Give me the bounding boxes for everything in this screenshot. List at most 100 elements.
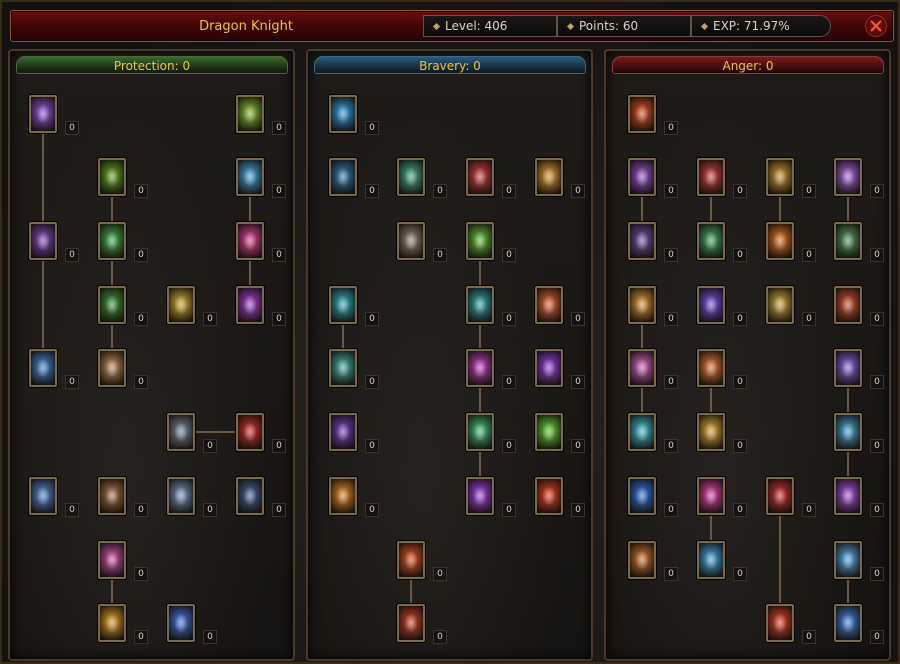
skill-points-count: 0 — [664, 121, 678, 135]
purple-knight-icon[interactable] — [29, 222, 57, 260]
magenta-heart-icon[interactable] — [697, 477, 725, 515]
pink-heart-icon[interactable] — [236, 222, 264, 260]
teal-orb-icon[interactable] — [466, 286, 494, 324]
bronze-warrior-icon[interactable] — [98, 477, 126, 515]
skill-points-count: 0 — [433, 567, 447, 581]
green-spark-icon[interactable] — [466, 413, 494, 451]
violet-scroll-icon[interactable] — [834, 477, 862, 515]
green-banner-icon[interactable] — [98, 158, 126, 196]
skill-points-count: 0 — [134, 567, 148, 581]
amber-shard-icon[interactable] — [697, 413, 725, 451]
skill-points-count: 0 — [272, 121, 286, 135]
blue-shield-icon[interactable] — [834, 604, 862, 642]
points-box: Points: 60 — [557, 15, 691, 37]
tree-connector — [479, 387, 481, 413]
strength-arm-icon[interactable] — [236, 95, 264, 133]
red-blade-icon[interactable] — [466, 158, 494, 196]
golden-shield-icon[interactable] — [167, 286, 195, 324]
sun-crest-icon[interactable] — [766, 286, 794, 324]
dark-paladin-icon[interactable] — [628, 222, 656, 260]
flame-aura-icon[interactable] — [628, 286, 656, 324]
skill-points-count: 0 — [65, 375, 79, 389]
violet-spear-icon[interactable] — [834, 158, 862, 196]
anger-tree-panel: Anger: 0 0 0 0 0 0 0 0 0 0 0 0 0 0 0 0 0 0 0 0 0 0 0 0 0 0 0 0 0 — [604, 49, 891, 661]
golden-star-icon[interactable] — [535, 158, 563, 196]
tree-connector — [779, 196, 781, 222]
fire-feather-icon[interactable] — [697, 349, 725, 387]
triple-spear-icon[interactable] — [397, 222, 425, 260]
red-sword-icon[interactable] — [697, 158, 725, 196]
skill-points-count: 0 — [664, 248, 678, 262]
cyan-blade-icon[interactable] — [834, 541, 862, 579]
ghost-knight-icon[interactable] — [167, 477, 195, 515]
tree-connector — [111, 324, 113, 349]
red-slash-icon[interactable] — [535, 477, 563, 515]
blue-silhouette-icon[interactable] — [329, 158, 357, 196]
cyan-wing-icon[interactable] — [834, 413, 862, 451]
top-bar: Dragon Knight Level: 406 Points: 60 EXP:… — [10, 10, 894, 42]
dark-knight-icon[interactable] — [167, 413, 195, 451]
dice-icon[interactable] — [628, 541, 656, 579]
blue-cross-icon[interactable] — [29, 477, 57, 515]
fire-burst-icon[interactable] — [397, 604, 425, 642]
close-button[interactable] — [865, 15, 887, 37]
fire-hammer-icon[interactable] — [766, 222, 794, 260]
blue-rune-icon[interactable] — [329, 95, 357, 133]
crystal-icon[interactable] — [697, 541, 725, 579]
red-figure-icon[interactable] — [766, 477, 794, 515]
skill-points-count: 0 — [433, 248, 447, 262]
fire-figure-icon[interactable] — [766, 604, 794, 642]
red-claw-icon[interactable] — [236, 413, 264, 451]
skill-points-count: 0 — [571, 312, 585, 326]
green-rune-icon[interactable] — [466, 222, 494, 260]
violet-paladin-icon[interactable] — [628, 158, 656, 196]
tree-connector — [710, 387, 712, 413]
protection-tree-title: Protection: 0 — [16, 56, 288, 74]
skill-points-count: 0 — [272, 312, 286, 326]
tree-connector — [847, 579, 849, 604]
fire-strike-icon[interactable] — [397, 541, 425, 579]
skill-points-count: 0 — [272, 439, 286, 453]
green-spear-icon[interactable] — [834, 222, 862, 260]
green-arrow-icon[interactable] — [98, 222, 126, 260]
blue-warrior-icon[interactable] — [167, 604, 195, 642]
magenta-orb-icon[interactable] — [466, 349, 494, 387]
violet-crest-icon[interactable] — [834, 349, 862, 387]
fist-icon[interactable] — [628, 95, 656, 133]
fire-kick-icon[interactable] — [329, 477, 357, 515]
ice-wing-icon[interactable] — [236, 158, 264, 196]
archer-icon[interactable] — [29, 95, 57, 133]
purple-shard-icon[interactable] — [466, 477, 494, 515]
cyan-crest-icon[interactable] — [628, 413, 656, 451]
skill-points-count: 0 — [134, 248, 148, 262]
purple-orb-icon[interactable] — [236, 286, 264, 324]
golden-wing-icon[interactable] — [98, 604, 126, 642]
teal-dash-icon[interactable] — [329, 349, 357, 387]
diamond-icon — [432, 22, 441, 31]
close-icon — [870, 20, 882, 32]
lightning-icon[interactable] — [535, 286, 563, 324]
red-crest-icon[interactable] — [834, 286, 862, 324]
skill-points-count: 0 — [502, 439, 516, 453]
green-sword-icon[interactable] — [697, 222, 725, 260]
green-slash-icon[interactable] — [397, 158, 425, 196]
tree-connector — [847, 196, 849, 222]
pink-crest-icon[interactable] — [628, 349, 656, 387]
green-swirl-icon[interactable] — [535, 413, 563, 451]
skill-points-count: 0 — [802, 184, 816, 198]
purple-flame-icon[interactable] — [329, 413, 357, 451]
violet-burst-icon[interactable] — [535, 349, 563, 387]
tree-connector — [111, 260, 113, 286]
green-shield-icon[interactable] — [98, 286, 126, 324]
shadow-fighter-icon[interactable] — [236, 477, 264, 515]
skill-points-count: 0 — [571, 184, 585, 198]
blue-flash-icon[interactable] — [628, 477, 656, 515]
pink-wing-icon[interactable] — [98, 541, 126, 579]
atom-icon[interactable] — [697, 286, 725, 324]
tree-connector — [111, 579, 113, 604]
guardian-icon[interactable] — [98, 349, 126, 387]
blue-blast-icon[interactable] — [29, 349, 57, 387]
skill-tree-window: Dragon Knight Level: 406 Points: 60 EXP:… — [0, 0, 900, 664]
golden-hammer-icon[interactable] — [766, 158, 794, 196]
teal-arrow-icon[interactable] — [329, 286, 357, 324]
